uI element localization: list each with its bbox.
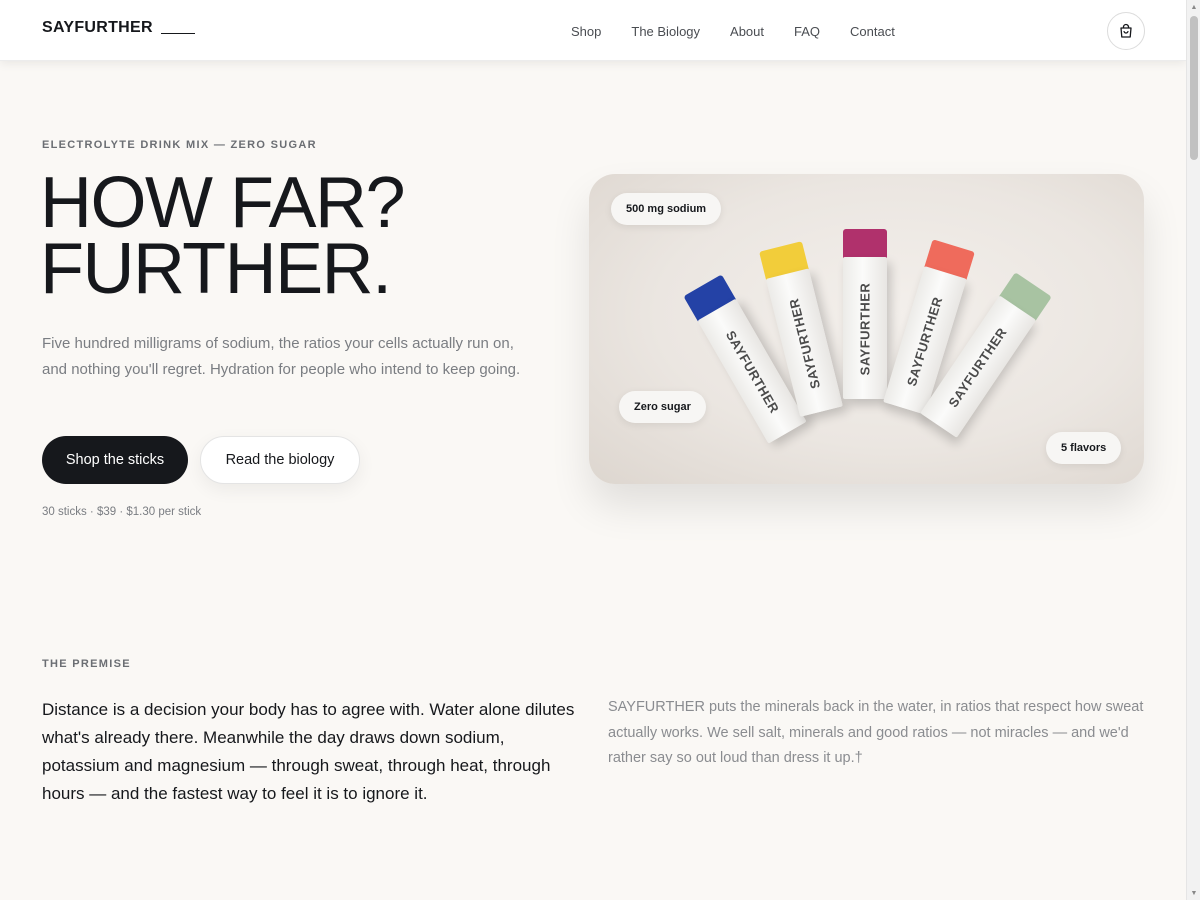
nav-shop[interactable]: Shop — [571, 24, 601, 39]
hero-title-line-1: HOW FAR? — [40, 163, 406, 243]
read-the-biology-button[interactable]: Read the biology — [200, 436, 360, 484]
stick-cap — [843, 229, 887, 259]
logo-text: SAYFURTHER — [42, 19, 153, 36]
hero-title-line-2: FURTHER. — [40, 229, 392, 309]
premise-lead-text: Distance is a decision your body has to … — [42, 700, 575, 803]
nav-about[interactable]: About — [730, 24, 764, 39]
zero-sugar-chip: Zero sugar — [619, 391, 706, 423]
hero-description: Five hundred milligrams of sodium, the r… — [42, 335, 521, 378]
cart-button[interactable] — [1107, 12, 1145, 50]
logo-underline — [160, 32, 195, 34]
scroll-thumb[interactable] — [1190, 16, 1198, 160]
premise-eyebrow: THE PREMISE — [42, 658, 131, 670]
nav-contact[interactable]: Contact — [850, 24, 895, 39]
shop-the-sticks-button[interactable]: Shop the sticks — [42, 436, 188, 484]
scroll-up-arrow-icon[interactable]: ▲ — [1187, 0, 1200, 14]
nav-the-biology[interactable]: The Biology — [631, 24, 700, 39]
hero-product-image: 500 mg sodium Zero sugar 5 flavors SAYFU… — [589, 174, 1144, 484]
site-header: SAYFURTHER Shop The Biology About FAQ Co… — [0, 0, 1186, 61]
sodium-chip: 500 mg sodium — [611, 193, 722, 225]
nav-faq[interactable]: FAQ — [794, 24, 820, 39]
hero-title: HOW FAR? FURTHER. — [40, 163, 406, 309]
price-note: 30 sticks · $39 · $1.30 per stick — [42, 506, 202, 518]
stick-label: SAYFURTHER — [857, 282, 873, 376]
flavors-chip: 5 flavors — [1046, 432, 1122, 464]
shopping-bag-icon — [1120, 23, 1132, 38]
logo[interactable]: SAYFURTHER — [42, 19, 195, 37]
page-scrollbar[interactable]: ▲ ▼ — [1186, 0, 1200, 900]
main-nav: Shop The Biology About FAQ Contact — [571, 24, 925, 39]
scroll-down-arrow-icon[interactable]: ▼ — [1187, 886, 1200, 900]
product-stick-magenta: SAYFURTHER — [843, 229, 887, 399]
hero-eyebrow: ELECTROLYTE DRINK MIX — ZERO SUGAR — [42, 139, 317, 151]
premise-side-text: SAYFURTHER puts the minerals back in the… — [608, 699, 1144, 766]
